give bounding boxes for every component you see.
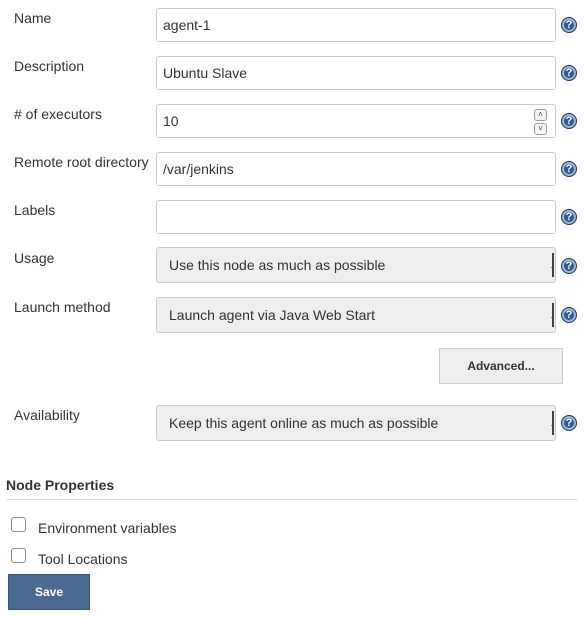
help-icon[interactable]: ? (561, 17, 577, 33)
usage-selected-value: Use this node as much as possible (169, 257, 386, 273)
remote-root-label: Remote root directory (14, 154, 149, 170)
usage-select[interactable]: Use this node as much as possible (156, 247, 556, 283)
availability-select[interactable]: Keep this agent online as much as possib… (156, 405, 556, 441)
executors-value: 10 (163, 113, 179, 129)
help-icon[interactable]: ? (561, 307, 577, 323)
launch-method-selected-value: Launch agent via Java Web Start (169, 307, 375, 323)
help-icon[interactable]: ? (561, 415, 577, 431)
advanced-button[interactable]: Advanced... (439, 348, 563, 384)
usage-label: Usage (14, 250, 55, 266)
select-caret-icon (549, 411, 554, 435)
labels-input[interactable] (156, 200, 556, 234)
remote-root-input[interactable]: /var/jenkins (156, 152, 556, 186)
name-label: Name (14, 10, 52, 26)
spinner-up-icon[interactable]: ˄ (534, 109, 547, 121)
description-label: Description (14, 58, 85, 74)
labels-label: Labels (14, 202, 56, 218)
save-button[interactable]: Save (8, 574, 90, 610)
node-properties-heading: Node Properties (6, 477, 115, 493)
environment-variables-checkbox[interactable] (11, 517, 26, 532)
select-caret-icon (549, 303, 554, 327)
executors-spinner[interactable]: ˄ ˅ (534, 109, 547, 135)
environment-variables-label[interactable]: Environment variables (38, 520, 177, 536)
select-caret-icon (549, 253, 554, 277)
help-icon[interactable]: ? (561, 65, 577, 81)
availability-label: Availability (14, 407, 80, 423)
availability-selected-value: Keep this agent online as much as possib… (169, 415, 439, 431)
name-input[interactable]: agent-1 (156, 8, 556, 42)
executors-input[interactable]: 10 ˄ ˅ (156, 104, 556, 138)
help-icon[interactable]: ? (561, 113, 577, 129)
section-divider (6, 499, 578, 500)
launch-method-select[interactable]: Launch agent via Java Web Start (156, 297, 556, 333)
help-icon[interactable]: ? (561, 258, 577, 274)
help-icon[interactable]: ? (561, 209, 577, 225)
spinner-down-icon[interactable]: ˅ (534, 123, 547, 135)
executors-label: # of executors (14, 106, 102, 122)
description-input[interactable]: Ubuntu Slave (156, 56, 556, 90)
launch-method-label: Launch method (14, 299, 111, 315)
help-icon[interactable]: ? (561, 161, 577, 177)
tool-locations-label[interactable]: Tool Locations (38, 551, 128, 567)
tool-locations-checkbox[interactable] (11, 548, 26, 563)
